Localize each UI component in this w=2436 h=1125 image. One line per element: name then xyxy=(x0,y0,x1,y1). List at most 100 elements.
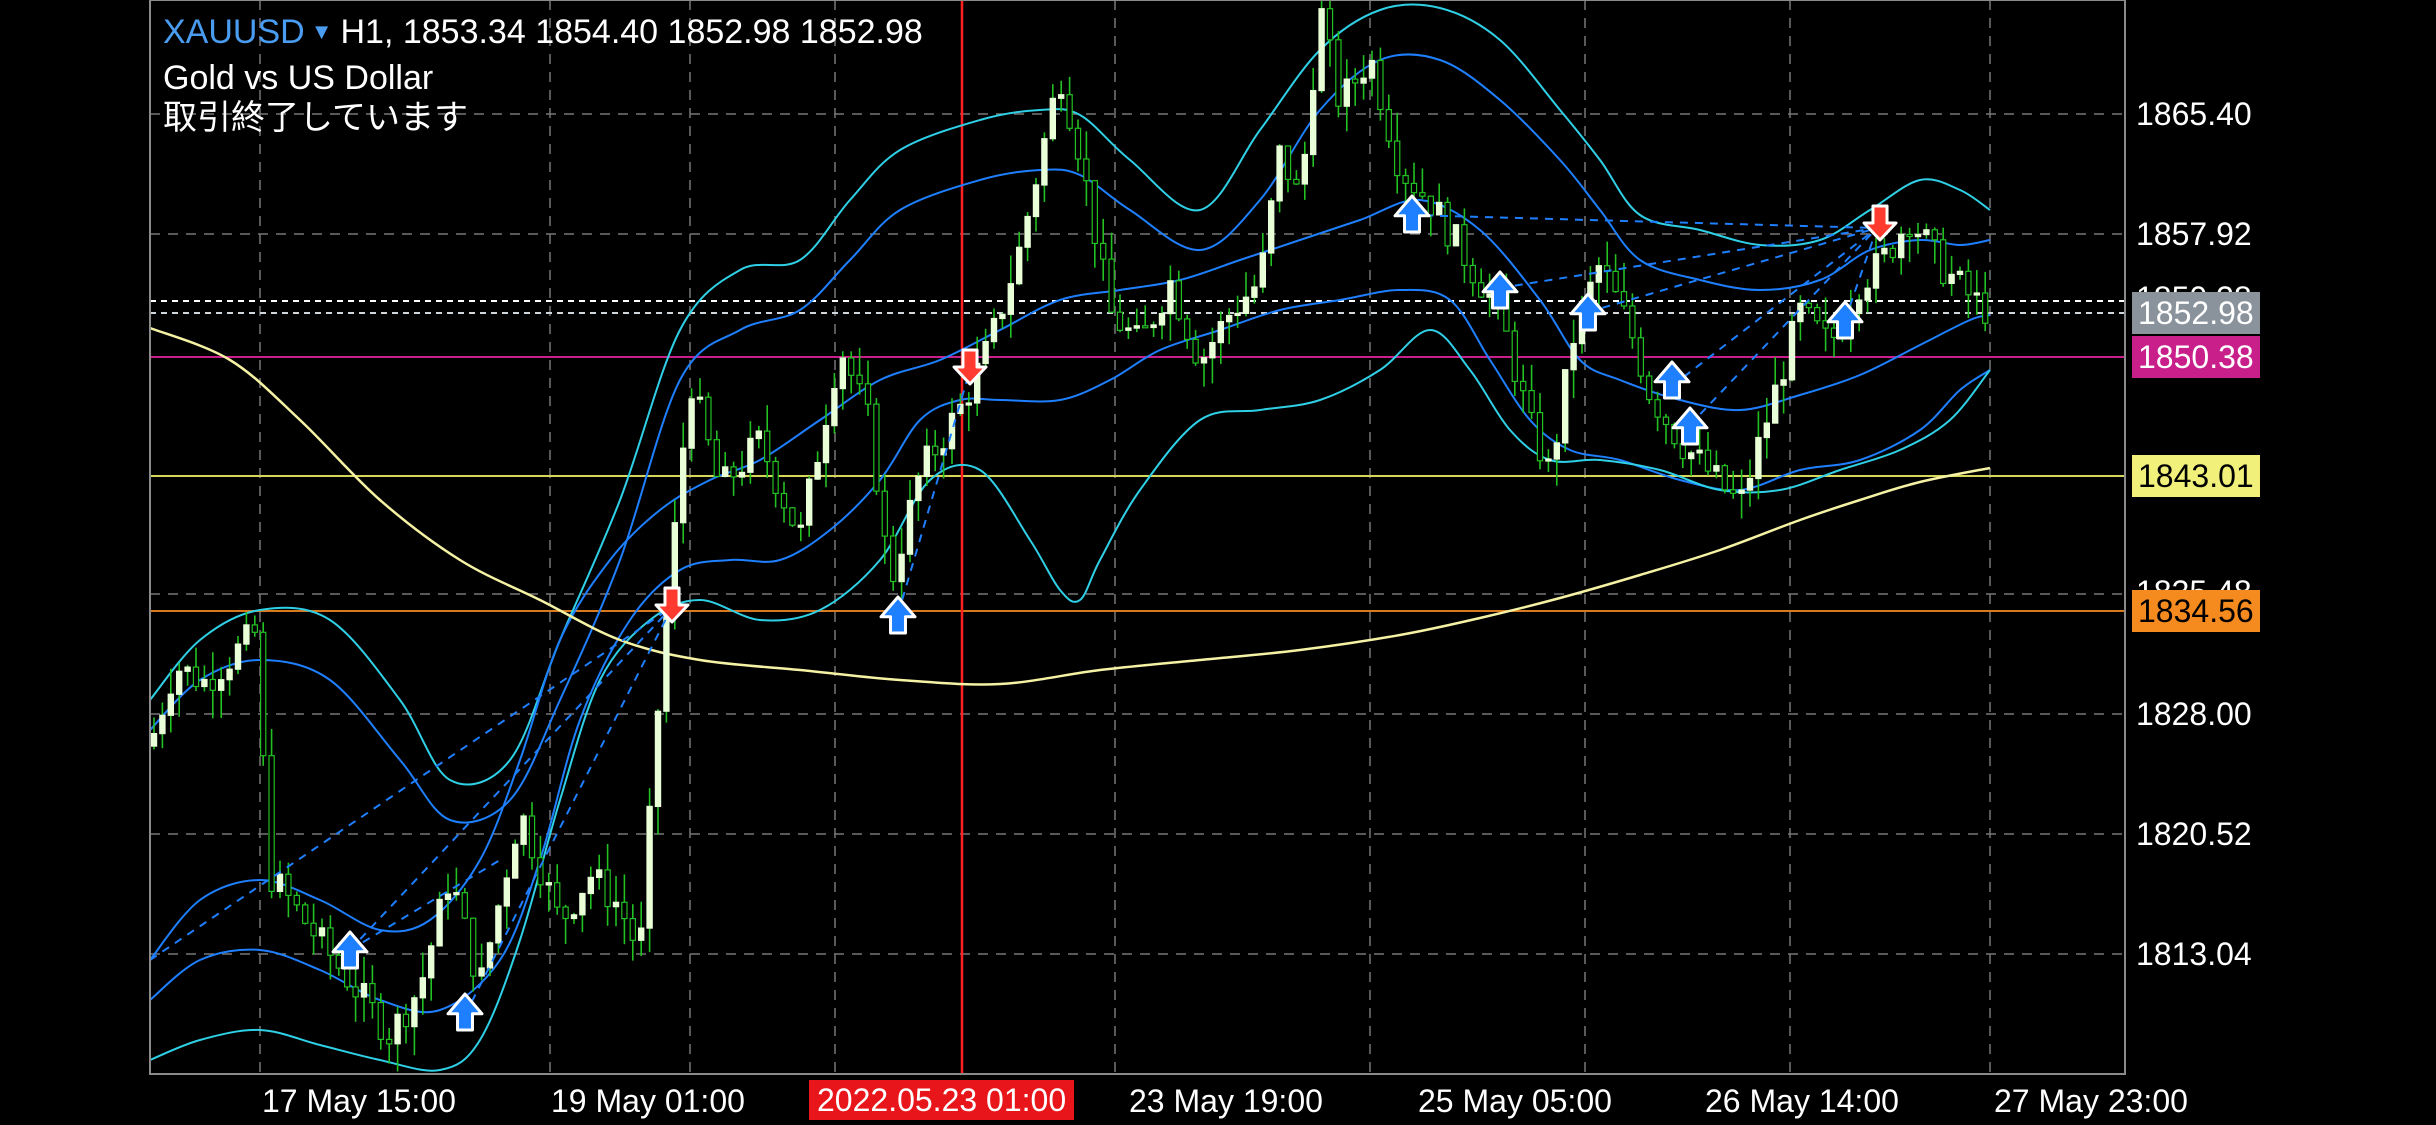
candle-body xyxy=(847,357,855,376)
candle-body xyxy=(176,670,183,695)
candle-body xyxy=(1209,342,1216,359)
time-label: 17 May 15:00 xyxy=(262,1083,456,1119)
candle-body xyxy=(209,678,216,691)
candle-body xyxy=(251,624,258,633)
candle-body xyxy=(159,714,166,735)
candle-body xyxy=(1276,145,1283,202)
candle-body xyxy=(1150,324,1157,329)
candle-body xyxy=(965,402,973,406)
candle-body xyxy=(360,982,368,998)
candle-body xyxy=(654,710,662,807)
candle-body xyxy=(696,396,704,400)
symbol-name[interactable]: XAUUSD xyxy=(163,13,305,51)
candle-body xyxy=(923,445,931,478)
candle-body xyxy=(234,643,242,670)
candle-body xyxy=(1570,343,1577,371)
candle-body xyxy=(503,877,511,907)
chart-grid xyxy=(150,0,2125,1074)
candle-body xyxy=(629,917,637,941)
candle-body xyxy=(1687,452,1695,460)
candle-body xyxy=(1746,477,1754,491)
candle-body xyxy=(470,917,477,977)
candle-body xyxy=(1402,175,1409,185)
candle-body xyxy=(646,805,653,929)
candle-body xyxy=(1948,273,1955,284)
candle-body xyxy=(1813,307,1821,322)
candle-body xyxy=(755,430,763,440)
candle-body xyxy=(150,732,158,747)
candle-body xyxy=(1158,313,1166,326)
candle-body xyxy=(931,445,939,456)
candle-body xyxy=(167,693,174,716)
candle-body xyxy=(1242,296,1250,315)
candle-body xyxy=(1108,258,1115,313)
candle-body xyxy=(1066,94,1073,129)
candle-body xyxy=(587,876,595,895)
candle-body xyxy=(369,982,376,1004)
chevron-down-icon[interactable]: ▼ xyxy=(311,19,333,44)
time-label: 26 May 14:00 xyxy=(1705,1083,1899,1119)
candle-body xyxy=(1780,379,1787,386)
candle-body xyxy=(528,815,536,859)
price-label: 1865.40 xyxy=(2136,96,2252,132)
candle-body xyxy=(1435,201,1443,216)
candle-body xyxy=(1931,229,1938,241)
market-status: 取引終了しています xyxy=(163,99,468,137)
candle-body xyxy=(1679,443,1686,460)
candle-body xyxy=(1133,325,1140,329)
candle-body xyxy=(335,954,343,969)
candle-body xyxy=(562,906,569,920)
candle-body xyxy=(982,341,989,365)
candle-body xyxy=(730,466,737,478)
candle-body xyxy=(1788,320,1796,381)
symbol-header[interactable]: XAUUSD ▼ H1, 1853.34 1854.40 1852.98 1852.… xyxy=(163,12,923,52)
candle-body xyxy=(1914,234,1922,238)
candle-body xyxy=(428,945,435,979)
candle-body xyxy=(1217,321,1224,344)
candle-body xyxy=(1965,270,1972,296)
candle-body xyxy=(805,478,813,526)
candle-body xyxy=(595,869,603,879)
candle-body xyxy=(1528,390,1535,414)
candle-body xyxy=(612,901,620,908)
candle-body xyxy=(1074,127,1082,160)
candle-body xyxy=(184,666,191,672)
moving-average xyxy=(149,326,1991,686)
candle-body xyxy=(1267,200,1275,254)
candle-body xyxy=(721,466,729,477)
up-arrow-icon xyxy=(446,992,484,1032)
candle-body xyxy=(1351,78,1359,84)
candle-body xyxy=(906,499,914,555)
price-chart[interactable] xyxy=(0,0,2436,1125)
candle-body xyxy=(1015,246,1023,285)
candle-body xyxy=(1645,375,1653,401)
candle-body xyxy=(1461,224,1468,266)
level-tag-magenta: 1850.38 xyxy=(2132,336,2260,378)
candle-body xyxy=(1057,94,1065,99)
up-arrow-icon xyxy=(879,595,917,635)
candle-body xyxy=(1192,338,1199,364)
bollinger-lower-outer xyxy=(149,328,1991,1072)
candle-body xyxy=(1360,77,1367,84)
candle-body xyxy=(1469,264,1476,284)
candle-body xyxy=(1116,311,1124,332)
candle-body xyxy=(1083,158,1090,182)
candle-body xyxy=(1251,286,1258,298)
candle-body xyxy=(1662,416,1670,426)
candle-body xyxy=(948,412,956,450)
candle-body xyxy=(545,882,553,886)
up-arrow-icon xyxy=(1569,292,1607,332)
candle-body xyxy=(1771,384,1779,424)
candle-body xyxy=(394,1013,401,1045)
candle-body xyxy=(738,471,746,478)
candle-body xyxy=(814,462,821,480)
up-arrow-icon xyxy=(1481,270,1519,310)
candle-body xyxy=(1167,280,1174,315)
candle-body xyxy=(461,892,469,919)
candle-body xyxy=(1377,59,1384,111)
down-arrow-icon xyxy=(654,586,690,624)
candle-body xyxy=(1620,291,1628,307)
candle-body xyxy=(898,553,905,583)
candle-body xyxy=(856,374,863,385)
candlesticks xyxy=(150,0,1989,1072)
